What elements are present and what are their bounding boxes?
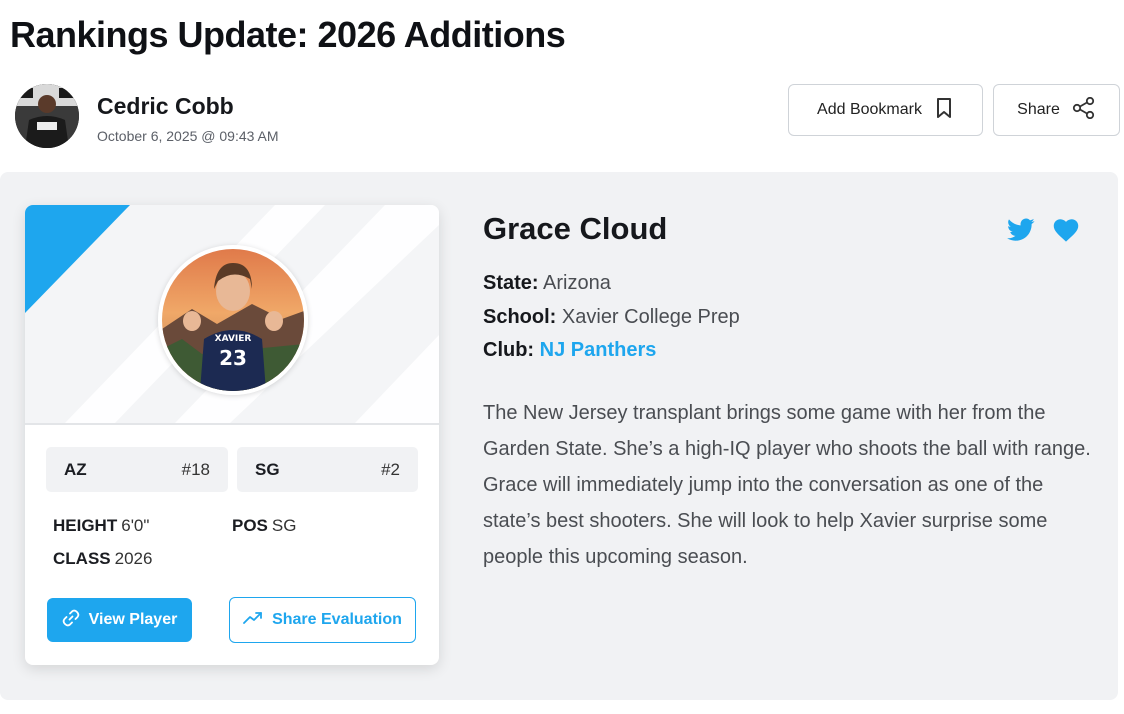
height-value: 6'0" [121,516,150,535]
class-stat: CLASS 2026 [53,549,152,569]
player-name: Grace Cloud [483,211,668,246]
class-value: 2026 [114,549,153,568]
heart-icon[interactable] [1052,216,1080,244]
share-evaluation-button[interactable]: Share Evaluation [229,597,416,643]
club-info: Club: NJ Panthers [483,339,656,362]
card-divider [25,423,439,425]
club-link[interactable]: NJ Panthers [540,339,657,361]
publish-date: October 6, 2025 @ 09:43 AM [97,128,279,144]
card-banner: XAVIER 23 [25,205,439,423]
class-label: CLASS [53,549,111,568]
author-avatar[interactable] [15,84,79,148]
share-label: Share [1017,101,1060,118]
position-stat: POS SG [232,516,296,536]
share-icon [1072,96,1096,124]
add-bookmark-label: Add Bookmark [817,101,922,118]
position-rank-box: SG #2 [237,447,418,492]
twitter-icon[interactable] [1007,216,1035,244]
state-info: State: Arizona [483,272,611,295]
share-evaluation-label: Share Evaluation [272,611,402,628]
view-player-label: View Player [88,611,178,628]
state-label: State: [483,272,539,294]
page-title: Rankings Update: 2026 Additions [10,14,566,55]
position-rank-label: SG [255,459,280,479]
state-rank-box: AZ #18 [46,447,228,492]
school-info: School: Xavier College Prep [483,306,740,329]
link-icon [62,609,80,632]
author-photo [15,84,79,148]
bookmark-icon [934,97,954,124]
jersey-text: XAVIER [215,334,252,344]
school-label: School: [483,306,557,328]
jersey-number: 23 [219,346,247,370]
player-description: The New Jersey transplant brings some ga… [483,402,1091,568]
author-name[interactable]: Cedric Cobb [97,93,234,120]
share-button[interactable]: Share [993,84,1120,136]
view-player-button[interactable]: View Player [47,598,192,642]
state-rank-value: #18 [181,459,210,479]
height-label: HEIGHT [53,516,118,535]
pos-value: SG [271,516,297,535]
pos-label: POS [232,516,268,535]
height-stat: HEIGHT 6'0" [53,516,149,536]
state-rank-label: AZ [64,459,87,479]
player-photo: XAVIER 23 [158,245,308,395]
add-bookmark-button[interactable]: Add Bookmark [788,84,983,136]
club-label: Club: [483,339,535,361]
trending-icon [243,611,263,630]
school-value: Xavier College Prep [561,306,740,328]
state-value: Arizona [543,272,611,294]
player-card: XAVIER 23 AZ #18 SG #2 HEIGHT 6'0" POS SG … [25,205,439,665]
position-rank-value: #2 [381,459,400,479]
